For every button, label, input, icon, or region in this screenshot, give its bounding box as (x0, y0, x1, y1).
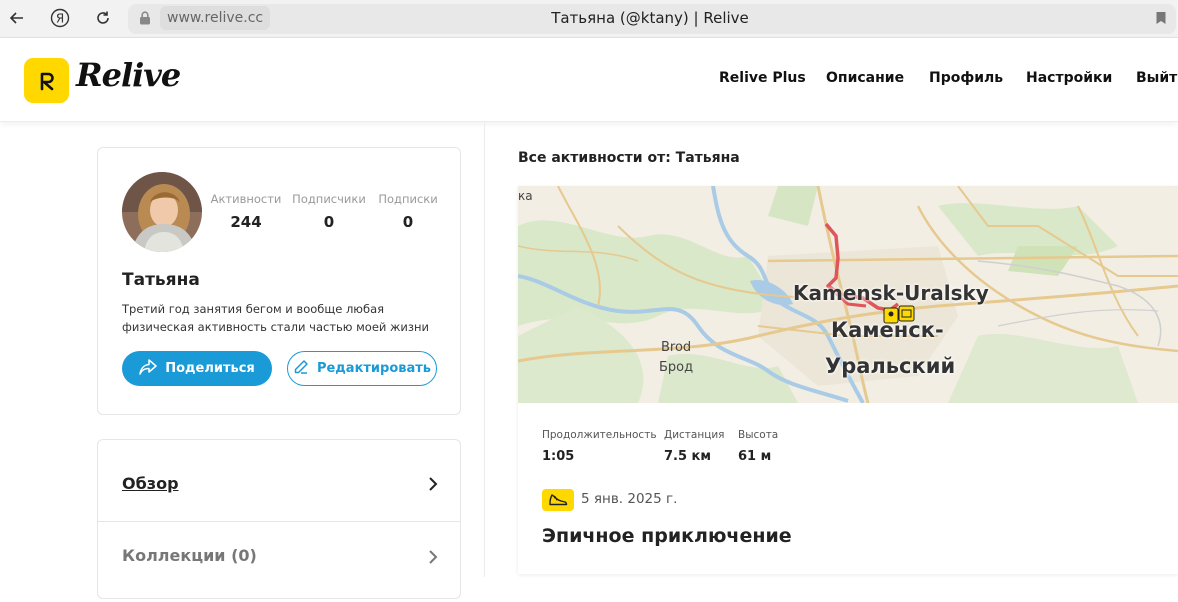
activity-card[interactable]: Kamensk-Uralsky Каменск- Уральский Brod … (518, 186, 1178, 574)
menu-item-collections[interactable]: Коллекции (0) (98, 522, 460, 602)
profile-name: Татьяна (122, 270, 200, 290)
map-label-city-en: Kamensk-Uralsky (793, 281, 989, 305)
metric-label: Продолжительность (542, 429, 657, 441)
nav-settings[interactable]: Настройки (1026, 70, 1112, 86)
metric-value: 7.5 км (664, 449, 712, 464)
url-text[interactable]: www.relive.cc (160, 6, 271, 30)
page-title: Татьяна (@ktany) | Relive (551, 9, 749, 27)
map-label-city-ru-2: Уральский (825, 354, 956, 378)
stat-following[interactable]: Подписки 0 (375, 192, 441, 231)
map-label-village-en: Brod (661, 340, 692, 355)
stat-value: 244 (230, 213, 262, 231)
yandex-icon[interactable]: Я (49, 7, 71, 29)
stat-value: 0 (402, 213, 414, 231)
share-button[interactable]: Поделиться (122, 351, 272, 386)
metric-label: Дистанция (664, 429, 725, 441)
nav-relive-plus[interactable]: Relive Plus (719, 70, 806, 86)
reload-icon[interactable] (92, 7, 114, 29)
menu-item-label: Обзор (122, 474, 179, 493)
menu-item-label: Коллекции (0) (122, 546, 257, 565)
metric-label: Высота (738, 429, 779, 441)
stat-activities[interactable]: Активности 244 (208, 192, 284, 231)
activities-heading: Все активности от: Татьяна (518, 150, 740, 166)
bookmark-icon[interactable] (1150, 7, 1172, 29)
map-label-city-ru-1: Каменск- (831, 318, 944, 342)
profile-menu: Обзор Коллекции (0) (97, 439, 461, 599)
relive-logo-icon[interactable] (24, 58, 69, 103)
lock-icon (134, 7, 156, 29)
metric-value: 61 м (738, 449, 772, 464)
nav-profile[interactable]: Профиль (929, 70, 1003, 86)
activity-date: 5 янв. 2025 г. (581, 491, 678, 507)
logo-text[interactable]: Relive (76, 56, 181, 94)
share-icon (139, 358, 157, 379)
chevron-right-icon (428, 476, 438, 496)
map-label-edge: ка (518, 189, 533, 203)
chevron-right-icon (428, 549, 438, 569)
map-label-village-ru: Брод (659, 360, 694, 375)
menu-item-overview[interactable]: Обзор (98, 442, 460, 522)
shoe-icon (542, 489, 574, 511)
metric-duration: Продолжительность 1:05 (542, 429, 657, 464)
pencil-icon (293, 359, 309, 379)
site-header: Relive Relive Plus Описание Профиль Наст… (0, 38, 1178, 122)
nav-logout[interactable]: Выйти (1136, 70, 1178, 86)
stat-label: Подписки (378, 192, 438, 206)
back-arrow-icon[interactable] (6, 7, 28, 29)
nav-description[interactable]: Описание (826, 70, 904, 86)
stat-followers[interactable]: Подписчики 0 (291, 192, 367, 231)
activity-title[interactable]: Эпичное приключение (542, 525, 792, 547)
edit-profile-button[interactable]: Редактировать (287, 351, 437, 386)
share-button-label: Поделиться (165, 361, 255, 376)
stat-label: Активности (210, 192, 282, 206)
stat-label: Подписчики (292, 192, 366, 206)
svg-text:Я: Я (56, 12, 64, 26)
column-divider (484, 122, 485, 577)
edit-button-label: Редактировать (316, 361, 432, 376)
browser-toolbar: Я www.relive.cc Татьяна (@ktany) | Reliv… (0, 0, 1178, 38)
profile-bio: Третий год занятия бегом и вообще любая … (122, 302, 429, 334)
stat-value: 0 (323, 213, 335, 231)
metric-value: 1:05 (542, 449, 575, 464)
metric-elevation: Высота 61 м (738, 429, 778, 464)
avatar[interactable] (122, 172, 202, 252)
profile-card: Активности 244 Подписчики 0 Подписки 0 Т… (97, 147, 461, 415)
metric-distance: Дистанция 7.5 км (664, 429, 725, 464)
activity-map[interactable]: Kamensk-Uralsky Каменск- Уральский Brod … (518, 186, 1178, 403)
